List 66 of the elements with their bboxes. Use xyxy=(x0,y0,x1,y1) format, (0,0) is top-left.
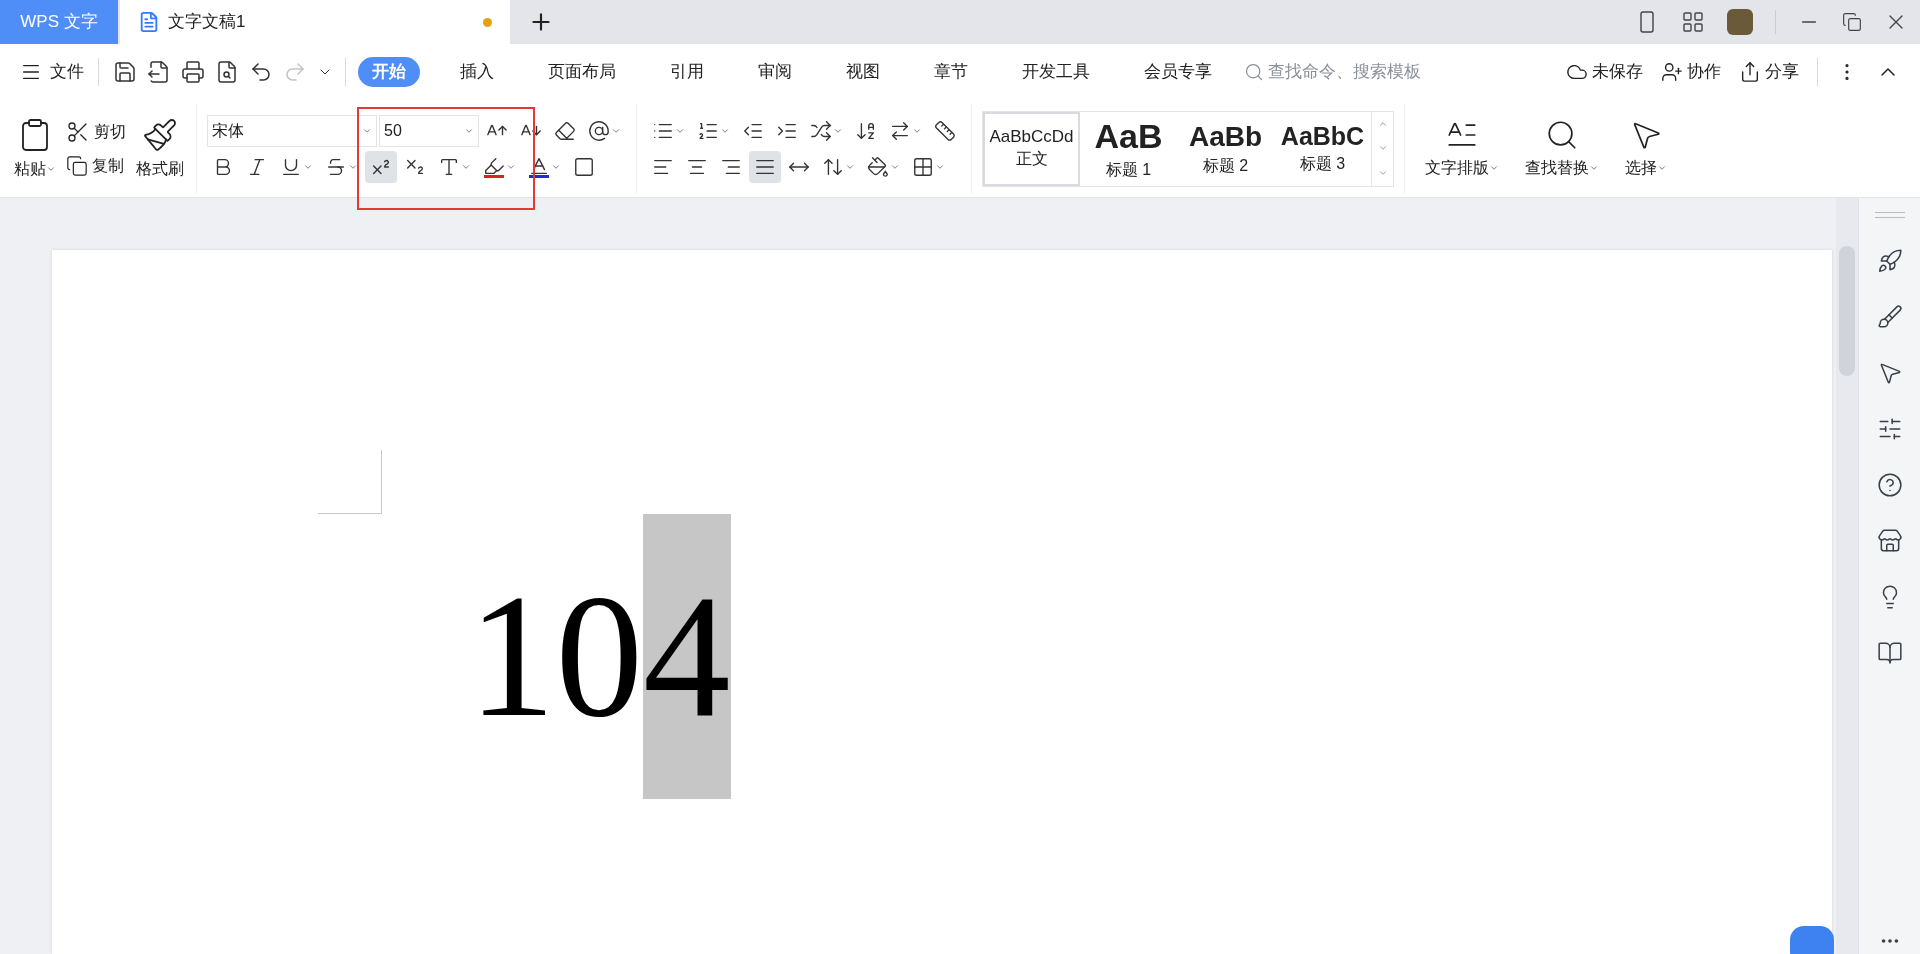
store-icon[interactable] xyxy=(1876,528,1903,554)
rocket-icon[interactable] xyxy=(1876,248,1903,274)
scroll-thumb[interactable] xyxy=(1839,246,1855,376)
shading-icon xyxy=(867,155,889,178)
highlight-icon xyxy=(483,155,505,178)
help-icon[interactable] xyxy=(1876,472,1903,498)
ribbon-tab[interactable]: 开发工具 xyxy=(1008,57,1104,87)
document-title: 文字文稿1 xyxy=(168,11,246,34)
style-preset[interactable]: AaBb 标题 2 xyxy=(1177,111,1274,186)
paintbrush-icon xyxy=(142,116,178,153)
ribbon-tab[interactable]: 会员专享 xyxy=(1130,57,1226,87)
font-name-field[interactable]: 宋体 xyxy=(207,114,377,147)
text-layout-button[interactable]: 文字排版 xyxy=(1417,117,1507,180)
copy-button[interactable]: 复制 xyxy=(66,153,126,178)
phonetic-guide-icon xyxy=(588,119,610,142)
avatar[interactable] xyxy=(1727,9,1753,35)
margin-corner-mark xyxy=(318,450,382,514)
ribbon-tab[interactable]: 视图 xyxy=(832,57,894,87)
paste-button[interactable]: 粘贴 xyxy=(14,116,56,181)
add-user-icon xyxy=(1661,61,1683,83)
ruler-icon xyxy=(934,119,956,142)
style-preset[interactable]: AaBbCcDd 正文 xyxy=(983,111,1080,186)
superscript-button[interactable] xyxy=(365,150,397,183)
borders-icon xyxy=(912,155,934,178)
format-painter-button[interactable]: 格式刷 xyxy=(136,116,184,181)
style-preset[interactable]: AaB 标题 1 xyxy=(1080,111,1177,186)
find-replace-button[interactable]: 查找替换 xyxy=(1517,117,1607,180)
cut-button[interactable]: 剪切 xyxy=(66,119,126,144)
print-preview-icon[interactable] xyxy=(215,60,239,84)
save-icon[interactable] xyxy=(113,60,137,84)
font-size-field[interactable]: 50 xyxy=(379,114,479,147)
print-icon[interactable] xyxy=(181,60,205,84)
file-menu[interactable]: 文件 xyxy=(20,59,84,85)
document-text[interactable]: 10 xyxy=(468,514,643,799)
share-icon xyxy=(1739,61,1761,83)
ribbon-tab[interactable]: 插入 xyxy=(446,57,508,87)
ribbon-tab[interactable]: 审阅 xyxy=(744,57,806,87)
document-text[interactable]: 4 xyxy=(643,514,731,799)
save-status-button[interactable]: 未保存 xyxy=(1566,59,1643,85)
floating-assistant-icon[interactable] xyxy=(1790,926,1834,954)
vertical-scrollbar[interactable] xyxy=(1836,198,1858,954)
paragraph-marks-icon xyxy=(889,119,911,142)
undo-icon[interactable] xyxy=(249,60,273,84)
collab-button[interactable]: 协作 xyxy=(1661,59,1721,85)
justify-button[interactable] xyxy=(749,150,781,183)
copy-icon xyxy=(66,154,88,177)
apps-grid-icon[interactable] xyxy=(1681,10,1705,34)
book-icon[interactable] xyxy=(1876,640,1903,666)
ribbon-tab[interactable]: 引用 xyxy=(656,57,718,87)
restore-icon[interactable] xyxy=(1842,12,1862,32)
command-search-field[interactable]: 查找命令、搜索模板 xyxy=(1244,59,1458,85)
ribbon-tab[interactable]: 页面布局 xyxy=(534,57,630,87)
character-border-icon xyxy=(573,155,595,178)
document-tab[interactable]: 文字文稿1 xyxy=(120,0,510,44)
select-button[interactable]: 选择 xyxy=(1617,117,1675,180)
document-icon xyxy=(138,11,160,33)
search-icon xyxy=(1244,62,1264,82)
font-color-icon xyxy=(528,155,550,178)
clear-format-icon xyxy=(554,119,576,142)
brush-icon[interactable] xyxy=(1876,304,1903,330)
asian-layout-icon xyxy=(810,119,832,142)
share-button[interactable]: 分享 xyxy=(1739,59,1799,85)
style-preset[interactable]: AaBbC 标题 3 xyxy=(1274,111,1371,186)
ribbon-tab[interactable]: 章节 xyxy=(920,57,982,87)
export-icon[interactable] xyxy=(147,60,171,84)
panel-handle-icon[interactable] xyxy=(1874,212,1905,218)
